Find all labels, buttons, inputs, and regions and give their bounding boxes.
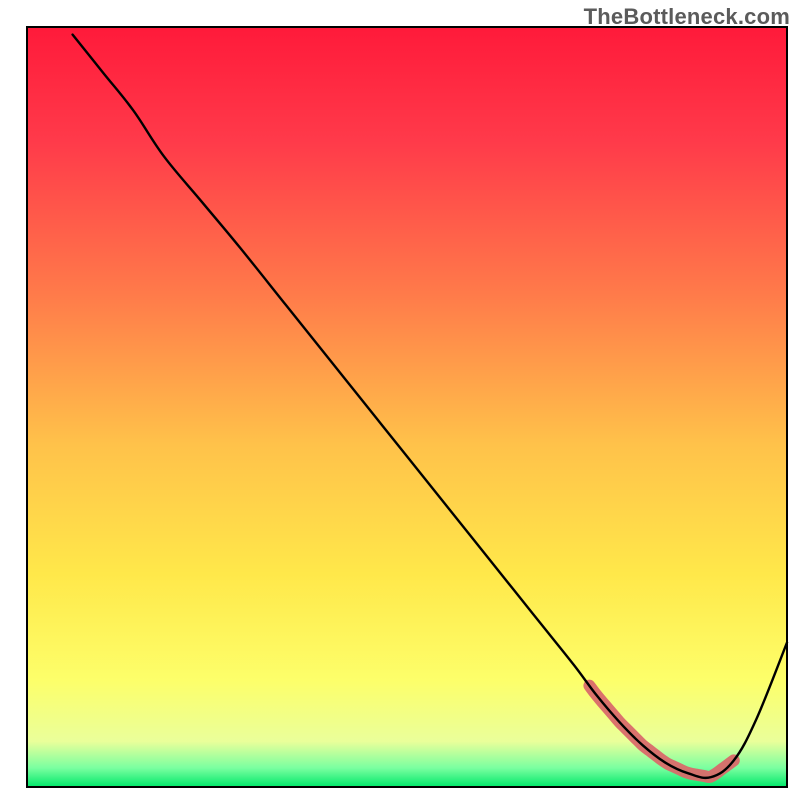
plot-background [27,27,787,787]
chart-container: TheBottleneck.com [0,0,800,800]
bottleneck-chart [0,0,800,800]
watermark-text: TheBottleneck.com [584,4,790,30]
